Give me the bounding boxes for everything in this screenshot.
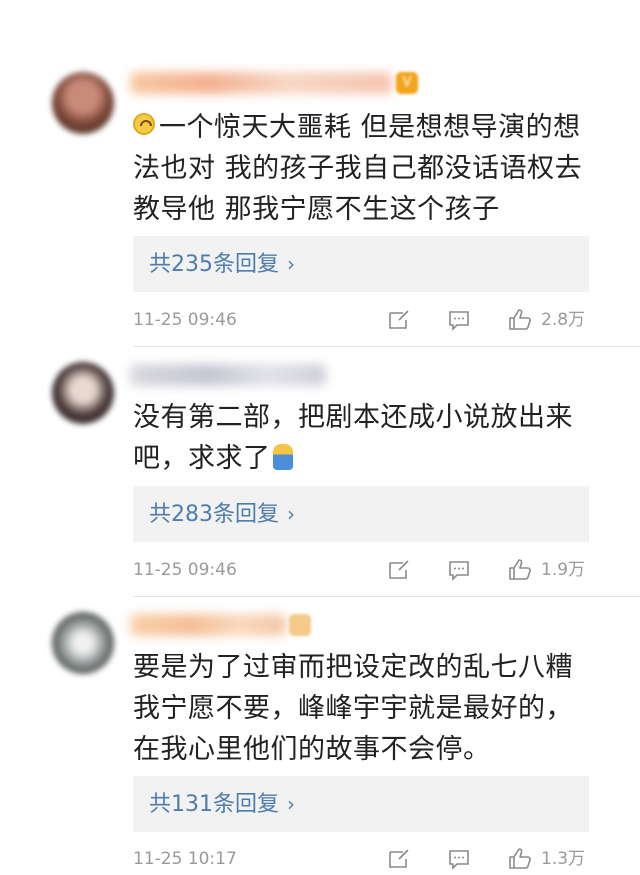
- view-replies-button[interactable]: 共283条回复 ›: [133, 486, 589, 542]
- comment-text-line: 要是为了过审而把设定改的乱七八糟: [133, 652, 573, 683]
- comment-time: 11-25 10:17: [133, 849, 237, 869]
- comment-meta: 11-25 09:46 1.9万: [133, 558, 589, 582]
- avatar[interactable]: [52, 612, 114, 674]
- chevron-right-icon: ›: [287, 792, 295, 816]
- view-replies-button[interactable]: 共131条回复 ›: [133, 776, 589, 832]
- comment-icon[interactable]: [447, 847, 471, 871]
- divider: [133, 346, 640, 347]
- thumbs-up-icon[interactable]: [508, 558, 532, 582]
- comment-meta: 11-25 09:46 2.8万: [133, 308, 589, 332]
- like-count: 1.3万: [541, 849, 586, 869]
- username-blurred[interactable]: [130, 72, 392, 94]
- comment-text: 没有第二部，把剧本还成小说放出来 吧，求求了: [133, 397, 603, 479]
- comment-text-line: 法也对 我的孩子我自己都没话语权去: [133, 153, 583, 184]
- replies-count-label: 共283条回复: [149, 502, 279, 527]
- comment-icon[interactable]: [447, 308, 471, 332]
- comment-text-line: 没有第二部，把剧本还成小说放出来: [133, 402, 573, 433]
- vip-badge-icon: V: [396, 72, 418, 94]
- avatar[interactable]: [52, 362, 114, 424]
- comment-text-line: 吧，求求了: [133, 438, 603, 479]
- replies-count-label: 共235条回复: [149, 252, 279, 277]
- comment-time: 11-25 09:46: [133, 560, 237, 580]
- comment-text-line: 教导他 那我宁愿不生这个孩子: [133, 194, 500, 225]
- like-count: 2.8万: [541, 310, 586, 330]
- thumbs-up-icon[interactable]: [508, 308, 532, 332]
- repost-icon[interactable]: [387, 558, 411, 582]
- username-blurred[interactable]: [130, 364, 326, 386]
- upside-down-face-icon: [133, 113, 155, 135]
- comment-text: 要是为了过审而把设定改的乱七八糟 我宁愿不要，峰峰宇宇就是最好的， 在我心里他们…: [133, 647, 603, 770]
- vip-badge-icon: [289, 614, 311, 636]
- comment-text-line: 在我心里他们的故事不会停。: [133, 734, 491, 765]
- thumbs-up-icon[interactable]: [508, 847, 532, 871]
- repost-icon[interactable]: [387, 847, 411, 871]
- repost-icon[interactable]: [387, 308, 411, 332]
- chevron-right-icon: ›: [287, 502, 295, 526]
- comment-text: 一个惊天大噩耗 但是想想导演的想 法也对 我的孩子我自己都没话语权去 教导他 那…: [133, 107, 603, 230]
- like-count: 1.9万: [541, 560, 586, 580]
- view-replies-button[interactable]: 共235条回复 ›: [133, 236, 589, 292]
- avatar[interactable]: [52, 72, 114, 134]
- comment-meta: 11-25 10:17 1.3万: [133, 847, 589, 871]
- divider: [133, 596, 640, 597]
- comment-time: 11-25 09:46: [133, 310, 237, 330]
- comment-text-line: 我宁愿不要，峰峰宇宇就是最好的，: [133, 693, 573, 724]
- chevron-right-icon: ›: [287, 252, 295, 276]
- username-blurred[interactable]: [130, 614, 286, 636]
- comment-text-line: 一个惊天大噩耗 但是想想导演的想: [133, 107, 603, 148]
- replies-count-label: 共131条回复: [149, 792, 279, 817]
- kneeling-person-icon: [272, 444, 293, 470]
- comment-icon[interactable]: [447, 558, 471, 582]
